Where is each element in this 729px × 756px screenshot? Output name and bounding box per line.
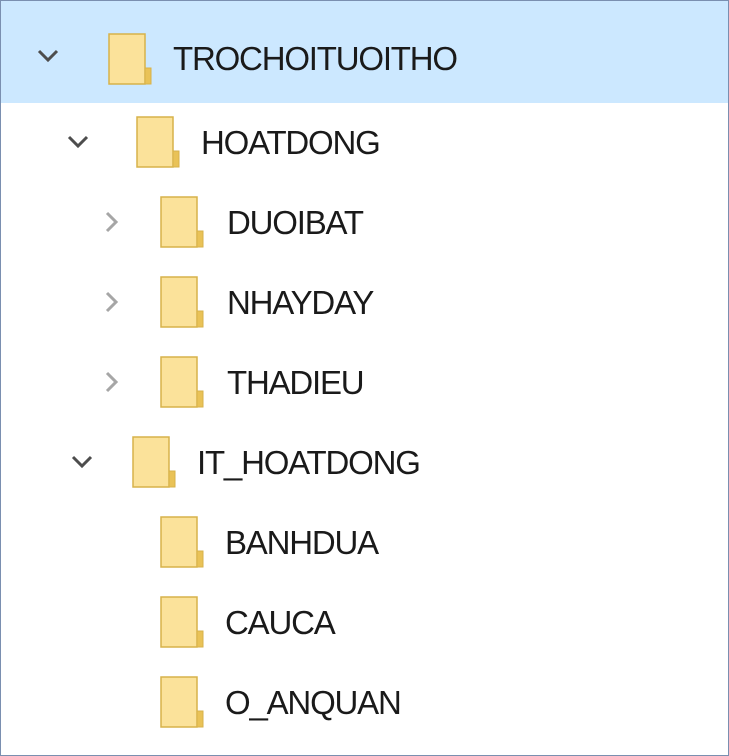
tree-item-o-anquan[interactable]: O_ANQUAN (1, 663, 728, 743)
folder-tree: TROCHOITUOITHO HOATDONG DUOIBAT NHAYDAY … (0, 0, 729, 756)
folder-icon (159, 355, 205, 409)
tree-item-nhayday[interactable]: NHAYDAY (1, 263, 728, 343)
tree-item-label: O_ANQUAN (225, 684, 402, 721)
folder-icon (131, 435, 177, 489)
tree-item-label: CAUCA (225, 604, 336, 641)
chevron-down-icon[interactable] (31, 39, 65, 73)
folder-icon (107, 32, 153, 86)
tree-item-cauca[interactable]: CAUCA (1, 583, 728, 663)
folder-icon (135, 115, 181, 169)
tree-item-label: DUOIBAT (227, 204, 364, 241)
tree-item-label: HOATDONG (201, 124, 381, 161)
tree-item-trochoituoitho[interactable]: TROCHOITUOITHO (1, 1, 728, 103)
tree-item-it-hoatdong[interactable]: IT_HOATDONG (1, 423, 728, 503)
tree-item-label: NHAYDAY (227, 284, 374, 321)
tree-item-label: TROCHOITUOITHO (173, 40, 458, 77)
chevron-down-icon[interactable] (61, 125, 95, 159)
tree-item-hoatdong[interactable]: HOATDONG (1, 103, 728, 183)
chevron-right-icon[interactable] (95, 205, 129, 239)
chevron-right-icon[interactable] (95, 285, 129, 319)
chevron-right-icon[interactable] (95, 365, 129, 399)
tree-item-thadieu[interactable]: THADIEU (1, 343, 728, 423)
tree-item-duoibat[interactable]: DUOIBAT (1, 183, 728, 263)
folder-icon (159, 515, 205, 569)
chevron-down-icon[interactable] (65, 445, 99, 479)
tree-item-banhdua[interactable]: BANHDUA (1, 503, 728, 583)
tree-item-label: BANHDUA (225, 524, 379, 561)
tree-item-label: IT_HOATDONG (197, 444, 421, 481)
folder-icon (159, 195, 205, 249)
folder-icon (159, 675, 205, 729)
folder-icon (159, 595, 205, 649)
folder-icon (159, 275, 205, 329)
tree-item-label: THADIEU (227, 364, 365, 401)
